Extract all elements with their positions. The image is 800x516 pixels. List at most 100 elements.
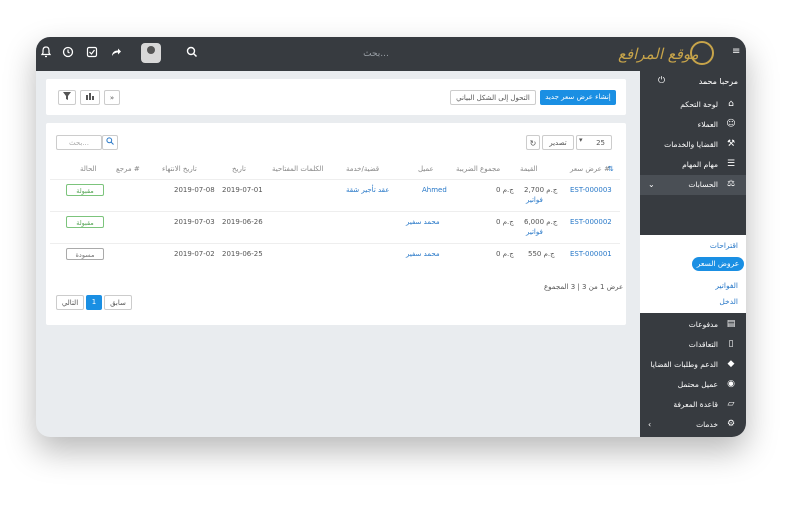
sidebar-item-knowledge[interactable]: ▱ قاعدة المعرفة	[640, 395, 746, 415]
table-row[interactable]: EST-000002 6,000 ج.م فواتير 0 ج.م محمد س…	[50, 211, 620, 244]
th-client[interactable]: عميل	[418, 165, 434, 173]
check-square-icon[interactable]	[84, 46, 100, 62]
date-cell: 2019-07-01	[222, 186, 263, 194]
status-badge: مسودة	[66, 248, 104, 260]
scales-logo-icon	[690, 41, 714, 65]
sidebar-item-dashboard[interactable]: ⌂ لوحة التحكم	[640, 95, 746, 115]
filter-button[interactable]	[58, 90, 76, 105]
sidebar-item-label: عميل محتمل	[677, 380, 718, 389]
estimate-number-link[interactable]: EST-000001	[570, 250, 612, 258]
accounts-submenu: اقتراحات عروض السعر الفواتير الدخل	[640, 235, 746, 313]
th-expiry[interactable]: تاريخ الانتهاء	[162, 165, 197, 173]
app-window: بحث... موقع المرافع ≡ مرحبا محمد ⏻ ⌂ لوح…	[36, 37, 746, 437]
chevron-down-icon: ⌄	[648, 180, 655, 189]
sidebar-item-contracts[interactable]: ▯ التعاقدات	[640, 335, 746, 355]
sidebar-item-label: مهام المهام	[682, 160, 718, 169]
submenu-invoices[interactable]: الفواتير	[715, 281, 738, 290]
prev-page-button[interactable]: سابق	[104, 295, 132, 310]
bell-icon[interactable]	[38, 46, 54, 62]
refresh-button[interactable]: ↻	[526, 135, 540, 150]
chart-view-button[interactable]	[80, 90, 100, 105]
search-icon	[106, 137, 114, 145]
tasks-icon: ☰	[726, 159, 736, 169]
share-icon[interactable]	[108, 46, 124, 62]
sidebar-item-support[interactable]: ◆ الدعم وطلبات القضايا	[640, 355, 746, 375]
sidebar-item-leads[interactable]: ◉ عميل محتمل	[640, 375, 746, 395]
estimate-number-link[interactable]: EST-000002	[570, 218, 612, 226]
refresh-icon: ↻	[529, 139, 537, 148]
chevron-left-icon: ‹	[648, 420, 652, 429]
estimate-number-link[interactable]: EST-000003	[570, 186, 612, 194]
table-row[interactable]: EST-000001 550 ج.م 0 ج.م محمد سفير 2019-…	[50, 243, 620, 276]
tax-cell: 0 ج.م	[496, 250, 514, 258]
table-summary: عرض 1 من 3 | 3 المجموع	[544, 283, 624, 291]
toolbar-panel: إنشاء عرض سعر جديد التحول إلى الشكل البي…	[46, 79, 626, 115]
sidebar-item-payments[interactable]: ▤ مدفوعات	[640, 315, 746, 335]
th-status[interactable]: الحالة	[80, 165, 97, 173]
logo: موقع المرافع	[618, 39, 714, 69]
expand-button[interactable]: »	[104, 90, 120, 105]
th-case[interactable]: قضية/خدمة	[346, 165, 379, 173]
gavel-icon: ⚒	[726, 139, 736, 149]
file-icon: ▯	[728, 339, 734, 349]
sidebar-item-cases[interactable]: ⚒ القضايا والخدمات	[640, 135, 746, 155]
value-cell: 2,700 ج.م	[524, 186, 558, 194]
power-icon[interactable]: ⏻	[658, 76, 668, 88]
th-value[interactable]: القيمة	[520, 165, 538, 173]
invoice-link[interactable]: فواتير	[526, 228, 543, 236]
th-tax[interactable]: مجموع الضريبة	[456, 165, 500, 173]
tag-icon: ◆	[727, 359, 735, 369]
th-ref[interactable]: مرجع #	[116, 165, 140, 173]
table-search-button[interactable]	[102, 135, 118, 150]
folder-icon: ▱	[727, 399, 735, 409]
invoice-link[interactable]: فواتير	[526, 196, 543, 204]
balance-icon: ⚖	[726, 179, 736, 189]
table-row[interactable]: EST-000003 2,700 ج.م فواتير 0 ج.م Ahmed …	[50, 179, 620, 212]
sidebar-item-services[interactable]: ⚙ خدمات ‹	[640, 415, 746, 435]
client-link[interactable]: محمد سفير	[406, 250, 440, 258]
menu-icon[interactable]: ≡	[732, 47, 742, 57]
clock-icon[interactable]	[60, 46, 76, 62]
switch-view-button[interactable]: التحول إلى الشكل البياني	[450, 90, 536, 105]
next-page-button[interactable]: التالي	[56, 295, 84, 310]
avatar[interactable]	[141, 43, 161, 63]
client-link[interactable]: محمد سفير	[406, 218, 440, 226]
welcome-text: مرحبا محمد	[698, 77, 738, 86]
sidebar-item-accounts[interactable]: ⚖ الحسابات ⌄	[640, 175, 746, 195]
table-panel: 25 ▾ تصدير ↻ بحث... عرض سعر # ⇅ القيمة م…	[46, 123, 626, 325]
value-cell: 550 ج.م	[528, 250, 555, 258]
export-button[interactable]: تصدير	[542, 135, 574, 150]
user-icon: ☺	[726, 119, 736, 129]
date-cell: 2019-06-25	[222, 250, 263, 258]
table-body: EST-000003 2,700 ج.م فواتير 0 ج.م Ahmed …	[50, 179, 622, 275]
page-1-button[interactable]: 1	[86, 295, 102, 310]
status-badge: مقبولة	[66, 216, 104, 228]
sidebar-item-label: لوحة التحكم	[680, 100, 718, 109]
th-keywords[interactable]: الكلمات المفتاحية	[272, 165, 323, 173]
th-date[interactable]: تاريخ	[232, 165, 246, 173]
sidebar-item-label: الحسابات	[688, 180, 718, 189]
th-estimate[interactable]: عرض سعر #	[570, 165, 610, 173]
expiry-cell: 2019-07-03	[174, 218, 215, 226]
global-search-input[interactable]: بحث...	[316, 47, 436, 61]
chevron-down-icon: ▾	[579, 136, 583, 144]
sidebar-item-label: مدفوعات	[688, 320, 718, 329]
case-link[interactable]: عقد تأجير شقة	[346, 186, 389, 194]
search-icon[interactable]	[184, 46, 200, 62]
document-icon: ▤	[726, 319, 736, 329]
sidebar-item-label: العملاء	[697, 120, 718, 129]
table-search-input[interactable]: بحث...	[56, 135, 102, 150]
client-link[interactable]: Ahmed	[422, 186, 447, 194]
logo-text: موقع المرافع	[618, 45, 699, 63]
cogs-icon: ⚙	[726, 419, 736, 429]
submenu-income[interactable]: الدخل	[719, 297, 738, 306]
top-bar: بحث... موقع المرافع ≡	[36, 37, 746, 71]
bar-chart-icon	[86, 93, 94, 100]
expiry-cell: 2019-07-08	[174, 186, 215, 194]
create-estimate-button[interactable]: إنشاء عرض سعر جديد	[540, 90, 616, 105]
submenu-proposals[interactable]: اقتراحات	[710, 241, 738, 250]
sidebar-item-tasks[interactable]: ☰ مهام المهام	[640, 155, 746, 175]
sidebar-item-label: القضايا والخدمات	[664, 140, 718, 149]
sidebar-item-clients[interactable]: ☺ العملاء	[640, 115, 746, 135]
submenu-estimates[interactable]: عروض السعر	[692, 257, 744, 271]
